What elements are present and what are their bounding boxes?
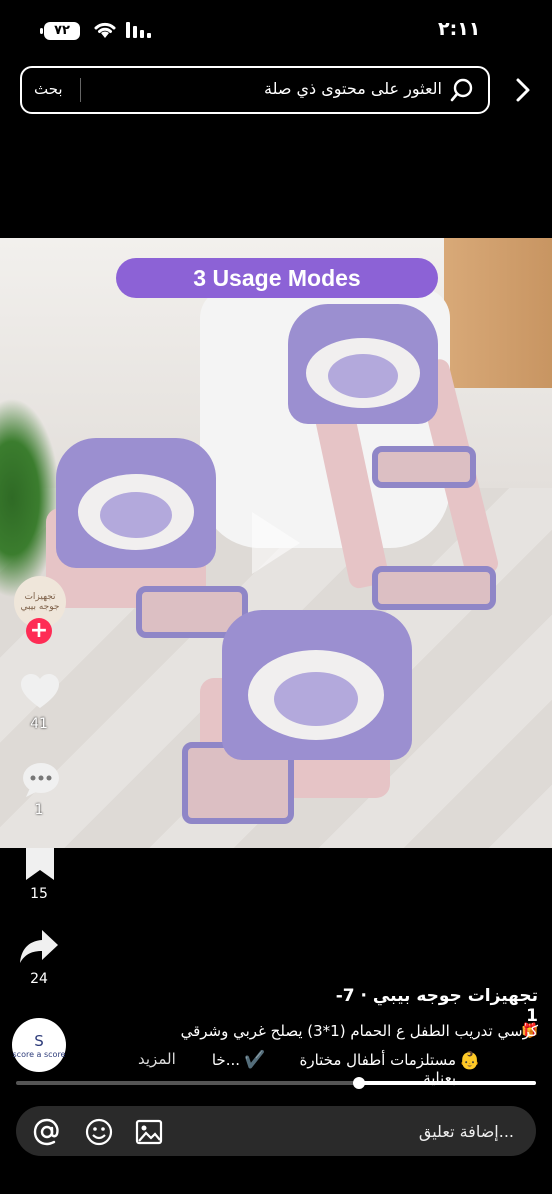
- search-divider: [80, 78, 81, 102]
- search-icon: [450, 77, 476, 107]
- signal-icon: [126, 22, 151, 38]
- check-icon: ✔️: [244, 1050, 266, 1070]
- progress-handle[interactable]: [353, 1077, 366, 1089]
- comment-icon[interactable]: [22, 762, 60, 802]
- battery-icon: ٧٢: [40, 22, 80, 40]
- chevron-right-icon[interactable]: [512, 76, 534, 108]
- emoji-icon[interactable]: [84, 1117, 114, 1151]
- caption-line-1: كرسي تدريب الطفل ع الحمام (1*3) يصلح غرب…: [180, 1022, 538, 1040]
- share-count: 24: [30, 971, 48, 987]
- wifi-icon: [92, 20, 118, 44]
- follow-button[interactable]: +: [26, 618, 52, 644]
- play-icon[interactable]: [248, 508, 304, 582]
- like-count: 41: [30, 716, 48, 732]
- usage-modes-badge: 3 Usage Modes: [116, 258, 438, 298]
- share-icon[interactable]: [20, 930, 58, 968]
- author-name[interactable]: تجهيزات جوجه بيبي · 7-1: [330, 986, 538, 1026]
- caption-truncated: خا...: [211, 1051, 240, 1069]
- like-icon[interactable]: [20, 674, 60, 714]
- progress-fill: [359, 1081, 536, 1085]
- video-progress[interactable]: [16, 1077, 536, 1089]
- search-input[interactable]: العثور على محتوى ذي صلة: [232, 79, 442, 98]
- music-disc-label: score a score: [12, 1049, 66, 1059]
- save-count: 15: [30, 886, 48, 902]
- music-disc[interactable]: S score a score: [12, 1018, 66, 1072]
- image-icon[interactable]: [134, 1117, 164, 1151]
- mention-icon[interactable]: [32, 1117, 62, 1151]
- more-link[interactable]: المزيد: [138, 1050, 176, 1068]
- search-button[interactable]: بحث: [34, 80, 63, 98]
- status-time: ٢:١١: [438, 18, 481, 40]
- comment-input[interactable]: إضافة تعليق...: [330, 1122, 514, 1141]
- comment-count: 1: [34, 802, 44, 818]
- music-disc-letter: S: [34, 1031, 44, 1050]
- baby-icon: 👶: [459, 1051, 481, 1071]
- bookmark-icon[interactable]: [26, 848, 54, 884]
